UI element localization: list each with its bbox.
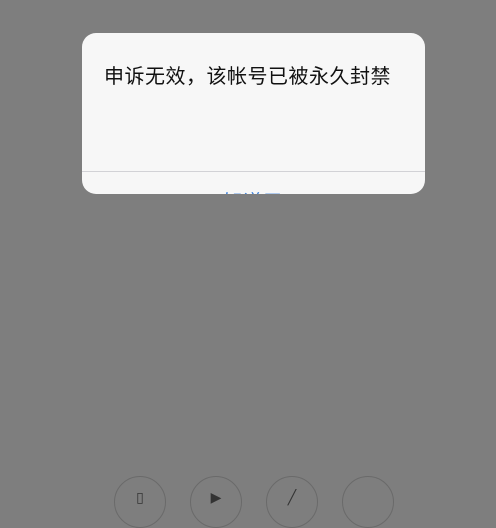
alert-message: 申诉无效，该帐号已被永久封禁 xyxy=(104,64,391,88)
alert-dialog: 申诉无效，该帐号已被永久封禁 知道了 xyxy=(82,33,425,194)
partial-top-digits: ᵘ ᵕ ᵛᵘ ᵘ ᵘ ᵛ xyxy=(150,0,406,14)
play-icon: ▶ xyxy=(210,490,222,506)
dimmed-background: ᵘ ᵕ ᵛᵘ ᵘ ᵘ ᵛ 申诉无效，该帐号已被永久封禁 知道了 ▯ ▶ ╱ xyxy=(0,0,496,528)
partial-digits-right: ᵘ ᵘ ᵘ ᵛ xyxy=(294,0,410,14)
phone-icon: ▯ xyxy=(136,490,144,506)
key-button-3[interactable]: ╱ xyxy=(266,476,318,528)
key-button-4[interactable] xyxy=(342,476,394,528)
partial-digits-left: ᵘ ᵕ ᵛ xyxy=(150,0,234,14)
key-button-1[interactable]: ▯ xyxy=(114,476,166,528)
slash-icon: ╱ xyxy=(287,490,297,506)
acknowledge-button[interactable]: 知道了 xyxy=(82,172,425,195)
key-button-2[interactable]: ▶ xyxy=(190,476,242,528)
